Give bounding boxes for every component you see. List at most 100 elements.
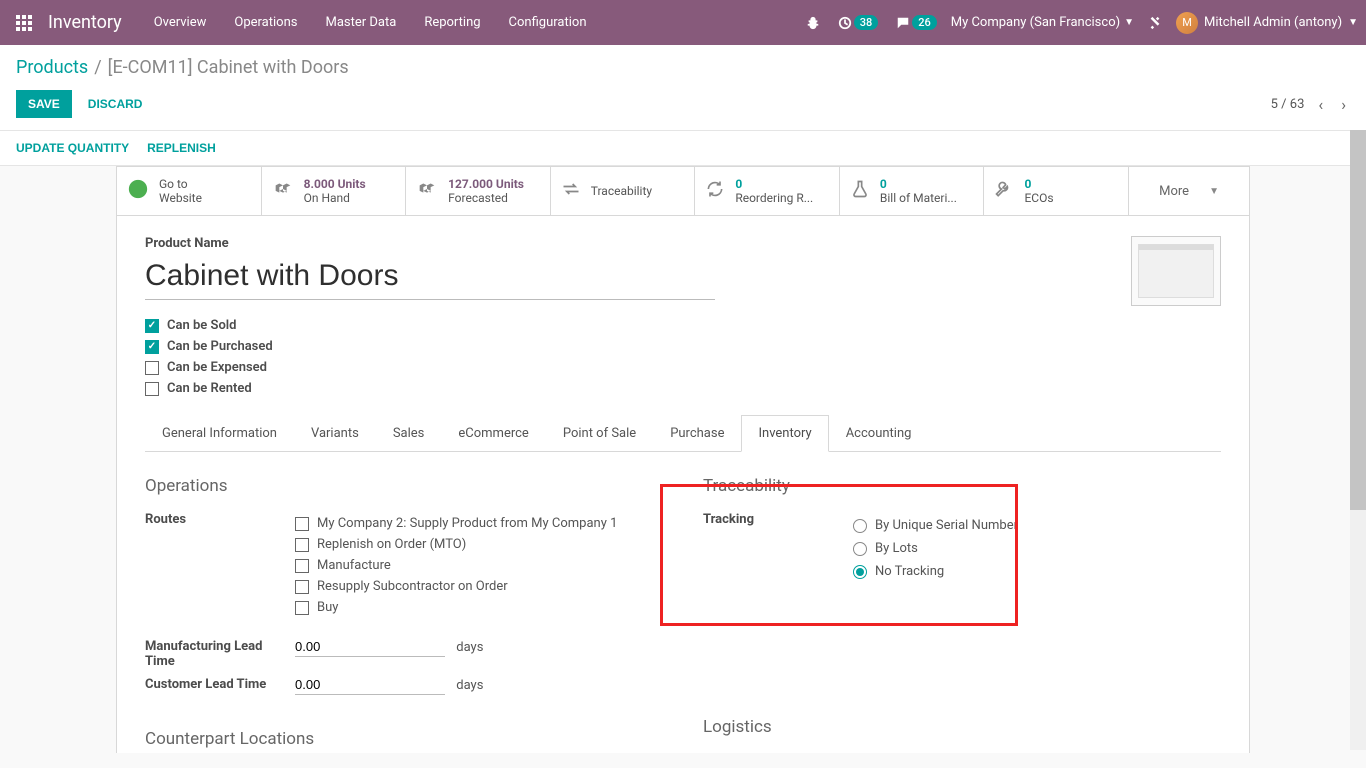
tab-inventory[interactable]: Inventory <box>741 415 828 452</box>
nav-master-data[interactable]: Master Data <box>313 3 408 42</box>
radio-lots[interactable] <box>853 542 867 556</box>
tracking-options: By Unique Serial Number By Lots No Track… <box>853 510 1221 587</box>
tabs: General Information Variants Sales eComm… <box>145 414 1221 452</box>
breadcrumb-parent[interactable]: Products <box>16 57 88 78</box>
checkbox-route-0[interactable] <box>295 517 309 531</box>
flask-icon <box>850 179 870 203</box>
product-image[interactable] <box>1131 236 1221 306</box>
chevron-down-icon: ▼ <box>1124 17 1134 28</box>
tab-accounting[interactable]: Accounting <box>829 415 929 452</box>
checkbox-can-be-purchased[interactable] <box>145 340 159 354</box>
counterpart-title: Counterpart Locations <box>145 729 663 749</box>
activity-icon[interactable]: 38 <box>834 11 883 34</box>
pager-prev[interactable]: ‹ <box>1314 91 1327 118</box>
logistics-title: Logistics <box>703 717 1221 737</box>
nav-items: Overview Operations Master Data Reportin… <box>142 3 599 42</box>
mfg-lead-input[interactable] <box>295 637 445 657</box>
bug-icon[interactable] <box>802 12 824 34</box>
settings-icon[interactable] <box>1144 12 1166 34</box>
radio-no-tracking[interactable] <box>853 565 867 579</box>
chevron-down-icon: ▼ <box>1209 186 1219 197</box>
stat-on-hand[interactable]: 8.000 Units On Hand <box>262 167 407 215</box>
stat-forecasted[interactable]: 127.000 Units Forecasted <box>406 167 551 215</box>
scrollbar[interactable] <box>1350 130 1366 750</box>
globe-icon <box>127 178 149 204</box>
radio-serial[interactable] <box>853 519 867 533</box>
cust-lead-input[interactable] <box>295 675 445 695</box>
company-name: My Company (San Francisco) <box>951 15 1120 30</box>
refresh-icon <box>705 179 725 203</box>
checkbox-route-3[interactable] <box>295 580 309 594</box>
tab-point-of-sale[interactable]: Point of Sale <box>546 415 653 452</box>
discuss-badge: 26 <box>912 15 937 30</box>
chevron-down-icon: ▼ <box>1348 17 1358 28</box>
discard-button[interactable]: DISCARD <box>80 90 151 118</box>
cubes-icon <box>272 178 294 204</box>
nav-reporting[interactable]: Reporting <box>412 3 492 42</box>
mfg-lead-label: Manufacturing Lead Time <box>145 637 295 669</box>
activity-badge: 38 <box>854 15 879 30</box>
apps-icon[interactable] <box>8 7 40 39</box>
actions-row: SAVE DISCARD 5 / 63 ‹ › <box>0 82 1366 131</box>
nav-operations[interactable]: Operations <box>222 3 309 42</box>
product-flags: Can be Sold Can be Purchased Can be Expe… <box>145 318 1221 396</box>
checkbox-route-1[interactable] <box>295 538 309 552</box>
operations-title: Operations <box>145 476 663 496</box>
checkbox-can-be-rented[interactable] <box>145 382 159 396</box>
cust-lead-label: Customer Lead Time <box>145 675 295 692</box>
save-button[interactable]: SAVE <box>16 90 72 118</box>
checkbox-can-be-sold[interactable] <box>145 319 159 333</box>
stat-bom[interactable]: 0 Bill of Materi... <box>840 167 985 215</box>
company-selector[interactable]: My Company (San Francisco) ▼ <box>951 15 1134 30</box>
col-operations: Operations Routes My Company 2: Supply P… <box>145 476 663 753</box>
checkbox-can-be-expensed[interactable] <box>145 361 159 375</box>
product-image-thumb <box>1138 244 1214 298</box>
traceability-title: Traceability <box>703 476 1221 496</box>
subactions: UPDATE QUANTITY REPLENISH <box>0 131 1366 166</box>
nav-overview[interactable]: Overview <box>142 3 219 42</box>
scroll-area: Go to Website 8.000 Units On Hand 127.00… <box>0 166 1366 753</box>
stat-ecos[interactable]: 0 ECOs <box>984 167 1129 215</box>
topbar: Inventory Overview Operations Master Dat… <box>0 0 1366 45</box>
tab-sales[interactable]: Sales <box>376 415 442 452</box>
tab-variants[interactable]: Variants <box>294 415 376 452</box>
pager: 5 / 63 ‹ › <box>1271 91 1350 118</box>
pager-next[interactable]: › <box>1337 91 1350 118</box>
nav-configuration[interactable]: Configuration <box>497 3 599 42</box>
routes-list: My Company 2: Supply Product from My Com… <box>295 510 663 621</box>
form-card: Go to Website 8.000 Units On Hand 127.00… <box>116 166 1250 753</box>
topbar-right: 38 26 My Company (San Francisco) ▼ M Mit… <box>802 11 1358 34</box>
stat-traceability[interactable]: Traceability <box>551 167 696 215</box>
product-name-label: Product Name <box>145 236 715 251</box>
avatar: M <box>1176 12 1198 34</box>
tab-general-information[interactable]: General Information <box>145 415 294 452</box>
stat-reordering[interactable]: 0 Reordering R... <box>695 167 840 215</box>
stat-buttons: Go to Website 8.000 Units On Hand 127.00… <box>117 167 1249 216</box>
checkbox-route-2[interactable] <box>295 559 309 573</box>
tab-purchase[interactable]: Purchase <box>653 415 741 452</box>
user-selector[interactable]: M Mitchell Admin (antony) ▼ <box>1176 12 1358 34</box>
pager-text: 5 / 63 <box>1271 97 1305 112</box>
transfer-icon <box>561 179 581 203</box>
tracking-label: Tracking <box>703 510 853 527</box>
form-body: Product Name Can be Sold Can be Purchase… <box>117 216 1249 753</box>
scrollbar-thumb[interactable] <box>1350 130 1366 510</box>
product-name-input[interactable] <box>145 257 715 300</box>
breadcrumb: Products / [E-COM11] Cabinet with Doors <box>0 45 1366 82</box>
tab-ecommerce[interactable]: eCommerce <box>441 415 545 452</box>
replenish-button[interactable]: REPLENISH <box>147 141 216 155</box>
stat-go-to-website[interactable]: Go to Website <box>117 167 262 215</box>
col-traceability: Traceability Tracking By Unique Serial N… <box>703 476 1221 753</box>
stat-more[interactable]: More ▼ <box>1129 167 1249 215</box>
app-name[interactable]: Inventory <box>48 12 122 33</box>
tab-content-inventory: Operations Routes My Company 2: Supply P… <box>145 452 1221 753</box>
checkbox-route-4[interactable] <box>295 601 309 615</box>
routes-label: Routes <box>145 510 295 527</box>
cubes-icon <box>416 178 438 204</box>
user-name: Mitchell Admin (antony) <box>1204 15 1342 30</box>
discuss-icon[interactable]: 26 <box>892 11 941 34</box>
breadcrumb-current: [E-COM11] Cabinet with Doors <box>108 57 349 78</box>
breadcrumb-separator: / <box>94 57 101 78</box>
wrench-icon <box>994 179 1014 203</box>
update-quantity-button[interactable]: UPDATE QUANTITY <box>16 141 129 155</box>
